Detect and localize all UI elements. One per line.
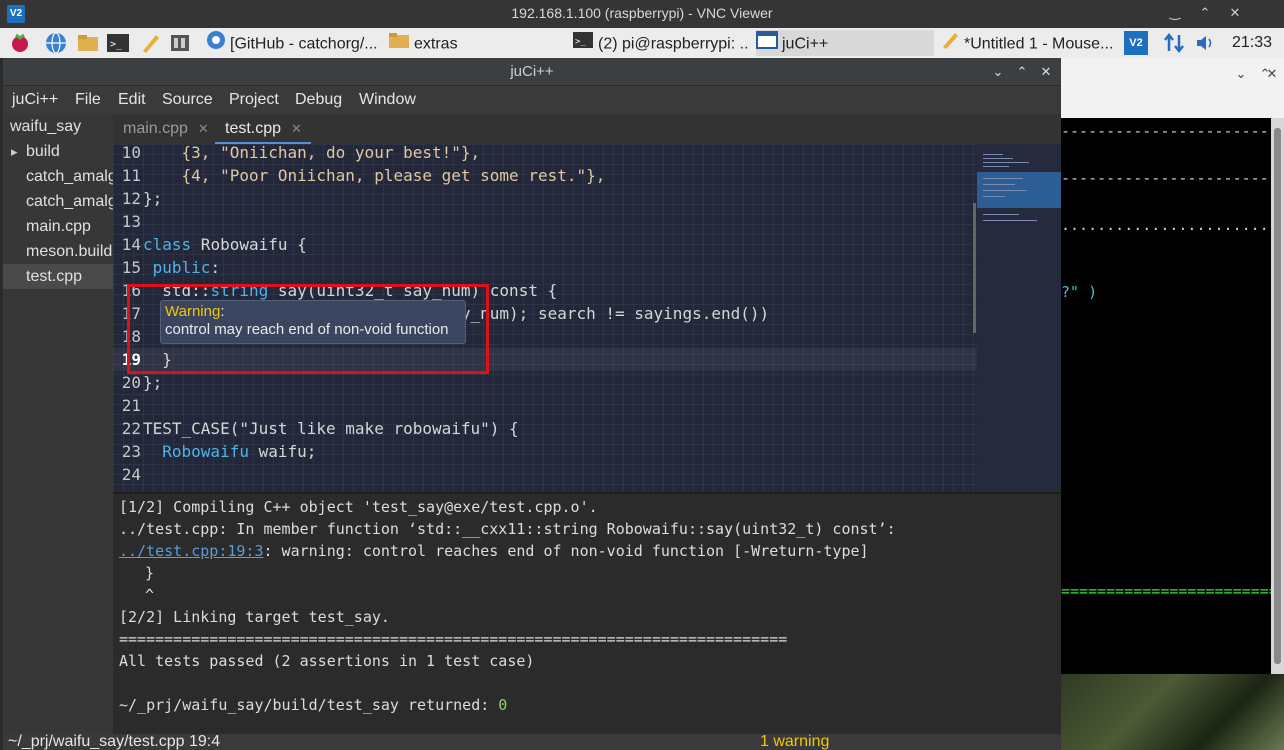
code-line: 23 Robowaifu waifu; (121, 442, 317, 461)
task-extras-folder[interactable]: extras (388, 30, 566, 56)
code-line: 10 {3, "Oniichan, do your best!"}, (121, 144, 481, 162)
window-minimize-button[interactable]: ⌄ (989, 63, 1007, 81)
volume-icon[interactable] (1194, 31, 1218, 55)
terminal-warning-line: ../test.cpp:19:3: warning: control reach… (119, 542, 869, 560)
background-window-titlebar: ⌄ ⌃ ✕ (1061, 58, 1284, 118)
vnc-window-title: 192.168.1.100 (raspberrypi) - VNC Viewer (511, 5, 773, 21)
code-line: 22 TEST_CASE("Just like make robowaifu") … (121, 419, 519, 438)
pencil-launcher-icon[interactable] (138, 31, 162, 55)
pencil-icon (940, 30, 960, 56)
tab-main-cpp[interactable]: main.cpp ✕ (113, 114, 213, 144)
background-terminal-output: ------------------------- --------------… (1061, 118, 1284, 674)
menu-source[interactable]: Source (162, 91, 213, 109)
bg-terminal-line: ------------------------- (1061, 122, 1284, 140)
code-line: 14 class Robowaifu { (121, 235, 307, 254)
menu-project[interactable]: Project (229, 91, 279, 109)
bg-terminal-line: ------------------------- (1061, 169, 1284, 187)
vnc-title-bar: V2 192.168.1.100 (raspberrypi) - VNC Vie… (0, 0, 1284, 28)
highlight-box (127, 284, 489, 374)
code-line: 13 (121, 212, 141, 231)
task-github-chromium[interactable]: [GitHub - catchorg/... (206, 30, 384, 56)
terminal-line: } (127, 564, 155, 582)
editor-tabs: main.cpp ✕ test.cpp ✕ (113, 114, 1061, 144)
menu-app[interactable]: juCi++ (12, 91, 58, 109)
editor-scrollbar[interactable] (973, 203, 976, 333)
code-line: 11 {4, "Poor Oniichan, please get some r… (121, 166, 606, 185)
background-terminal-window[interactable]: ⌄ ⌃ ✕ ------------------------- --------… (1061, 58, 1284, 750)
tree-item-catch-amalgamated-2[interactable]: catch_amalg (3, 189, 113, 214)
vnc-close-button[interactable]: ✕ (1226, 4, 1244, 22)
bg-minimize-button[interactable]: ⌄ (1233, 66, 1249, 82)
file-manager-icon[interactable] (76, 31, 100, 55)
folder-icon (388, 30, 410, 56)
terminal-line: [1/2] Compiling C++ object 'test_say@exe… (119, 498, 598, 516)
code-line: 20}; (121, 373, 163, 392)
raspberry-menu-icon[interactable] (8, 31, 32, 55)
terminal-icon: >_ (572, 30, 594, 56)
close-tab-icon[interactable]: ✕ (291, 121, 302, 136)
network-tools-icon[interactable] (168, 31, 192, 55)
window-maximize-button[interactable]: ⌃ (1013, 63, 1031, 81)
tree-item-build[interactable]: ▸ build (3, 139, 113, 164)
bg-terminal-line: ?" ) (1061, 283, 1098, 301)
task-jucipp[interactable]: juCi++ (756, 30, 934, 56)
browser-globe-icon[interactable] (44, 31, 68, 55)
status-file-position: ~/_prj/waifu_say/test.cpp 19:4 (8, 733, 221, 750)
terminal-line: ../test.cpp: In member function ‘std::__… (119, 520, 896, 538)
build-output-terminal[interactable]: [1/2] Compiling C++ object 'test_say@exe… (113, 492, 1061, 734)
tree-item-catch-amalgamated-1[interactable]: catch_amalg (3, 164, 113, 189)
menu-bar: juCi++ File Edit Source Project Debug Wi… (3, 86, 1061, 114)
window-close-button[interactable]: ✕ (1037, 63, 1055, 81)
menu-window[interactable]: Window (359, 91, 416, 109)
code-line: 15 public: (121, 258, 221, 277)
status-warning-count[interactable]: 1 warning (760, 734, 829, 750)
tree-item-test-cpp[interactable]: test.cpp (3, 264, 113, 289)
terminal-line: ========================================… (119, 630, 788, 648)
menu-edit[interactable]: Edit (118, 91, 146, 109)
terminal-line: All tests passed (2 assertions in 1 test… (119, 652, 535, 670)
task-pi-terminal[interactable]: >_ (2) pi@raspberrypi: ... (572, 30, 750, 56)
code-line: 24 (121, 465, 141, 484)
bg-close-button[interactable]: ✕ (1264, 66, 1280, 82)
taskbar: >_ [GitHub - catchorg/... extras >_ (2) p… (0, 28, 1284, 58)
code-line: 12}; (121, 189, 163, 208)
network-arrows-icon[interactable] (1162, 31, 1186, 55)
window-icon (756, 30, 778, 56)
code-line: 21 (121, 396, 141, 415)
terminal-line: [2/2] Linking target test_say. (119, 608, 390, 626)
svg-text:>_: >_ (110, 39, 123, 50)
terminal-launcher-icon[interactable]: >_ (106, 31, 130, 55)
svg-text:>_: >_ (575, 37, 586, 47)
close-tab-icon[interactable]: ✕ (198, 121, 209, 136)
menu-debug[interactable]: Debug (295, 91, 342, 109)
task-mousepad[interactable]: *Untitled 1 - Mouse... (940, 30, 1118, 56)
bg-terminal-line: ......................... (1061, 216, 1284, 234)
vnc-restore-button[interactable]: ⌃ (1196, 4, 1214, 22)
jucipp-window: juCi++ ⌄ ⌃ ✕ juCi++ File Edit Source Pro… (3, 58, 1061, 750)
chromium-icon (206, 30, 226, 56)
tree-item-main-cpp[interactable]: main.cpp (3, 214, 113, 239)
menu-file[interactable]: File (75, 91, 101, 109)
tree-item-meson-build[interactable]: meson.build (3, 239, 113, 264)
taskbar-clock[interactable]: 21:33 (1232, 31, 1272, 55)
bg-terminal-line: ========================= (1061, 582, 1284, 600)
tree-root-project[interactable]: waifu_say (3, 114, 113, 139)
desktop-wallpaper (1061, 674, 1284, 750)
vnc-tray-icon[interactable]: V2 (1124, 31, 1148, 55)
vnc-minimize-button[interactable]: ‿ (1166, 4, 1184, 22)
terminal-line: ^ (127, 586, 155, 604)
status-bar: ~/_prj/waifu_say/test.cpp 19:4 1 warning (3, 734, 1061, 750)
terminal-returned-line: ~/_prj/waifu_say/build/test_say returned… (119, 696, 508, 714)
expander-arrow-icon[interactable]: ▸ (11, 139, 26, 164)
warning-location-link[interactable]: ../test.cpp:19:3 (119, 542, 264, 560)
tab-test-cpp[interactable]: test.cpp ✕ (215, 114, 311, 144)
background-terminal-scrollbar[interactable] (1271, 118, 1284, 674)
window-title: juCi++ (3, 58, 1061, 86)
code-minimap[interactable] (977, 144, 1061, 492)
project-tree: waifu_say ▸ build catch_amalg catch_amalg… (3, 114, 113, 734)
